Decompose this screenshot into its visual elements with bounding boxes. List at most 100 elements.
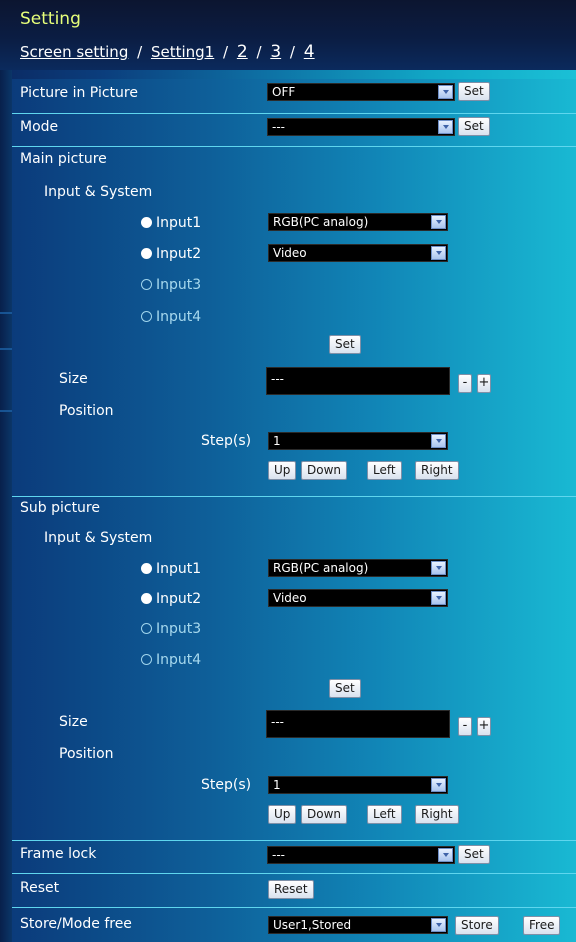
mode-select-value: --- — [272, 120, 285, 134]
main-input2-radio[interactable]: Input2 — [141, 246, 201, 262]
sub-input3-label: Input3 — [156, 621, 202, 637]
chevron-down-icon[interactable] — [438, 848, 453, 862]
chevron-down-icon[interactable] — [431, 778, 446, 792]
radio-unselected-icon — [141, 311, 152, 322]
mode-set-button[interactable]: Set — [458, 117, 490, 136]
decorative-stripe — [0, 348, 12, 350]
main-input-set-button[interactable]: Set — [329, 335, 361, 354]
sub-size-value: --- — [271, 715, 284, 729]
frame-lock-select[interactable]: --- — [267, 846, 455, 864]
main-input1-select[interactable]: RGB(PC analog) — [268, 213, 448, 231]
main-input3-radio[interactable]: Input3 — [141, 277, 201, 293]
breadcrumb-setting1[interactable]: Setting1 — [151, 43, 214, 61]
frame-lock-set-button[interactable]: Set — [458, 845, 490, 864]
reset-row: Reset Reset — [12, 874, 576, 908]
chevron-down-icon[interactable] — [431, 561, 446, 575]
main-input1-radio[interactable]: Input1 — [141, 215, 201, 231]
main-input4-radio[interactable]: Input4 — [141, 309, 201, 325]
main-size-plus-button[interactable]: + — [477, 374, 491, 393]
chevron-down-icon[interactable] — [431, 434, 446, 448]
store-select-value: User1,Stored — [273, 918, 352, 932]
sub-input2-label: Input2 — [156, 591, 202, 607]
radio-unselected-icon — [141, 279, 152, 290]
free-button[interactable]: Free — [523, 916, 561, 935]
left-edge-strip — [0, 70, 12, 942]
sub-steps-select-value: 1 — [273, 778, 281, 792]
main-steps-select-value: 1 — [273, 434, 281, 448]
reset-button[interactable]: Reset — [268, 880, 314, 899]
store-button[interactable]: Store — [455, 916, 499, 935]
mode-select[interactable]: --- — [267, 118, 455, 136]
sub-size-minus-button[interactable]: - — [458, 717, 472, 736]
breadcrumb-separator: / — [256, 43, 262, 61]
main-size-field: --- — [266, 367, 450, 395]
main-up-button[interactable]: Up — [268, 461, 297, 480]
settings-page: Setting Screen setting / Setting1 / 2 / … — [0, 0, 576, 942]
sub-size-label: Size — [59, 714, 88, 730]
radio-selected-icon — [141, 563, 152, 574]
chevron-down-icon[interactable] — [438, 120, 453, 134]
store-mode-free-label: Store/Mode free — [20, 916, 132, 932]
main-input2-select[interactable]: Video — [268, 244, 448, 262]
radio-selected-icon — [141, 217, 152, 228]
sub-input-set-button[interactable]: Set — [329, 679, 361, 698]
frame-lock-select-value: --- — [272, 848, 285, 862]
sub-right-button[interactable]: Right — [415, 805, 459, 824]
chevron-down-icon[interactable] — [431, 246, 446, 260]
breadcrumb-separator: / — [289, 43, 295, 61]
chevron-down-icon[interactable] — [438, 85, 453, 99]
sub-left-button[interactable]: Left — [367, 805, 402, 824]
pip-select[interactable]: OFF — [267, 83, 455, 101]
sub-input1-radio[interactable]: Input1 — [141, 561, 201, 577]
main-right-button[interactable]: Right — [415, 461, 459, 480]
main-size-value: --- — [271, 372, 284, 386]
main-position-label: Position — [59, 403, 114, 419]
sub-up-button[interactable]: Up — [268, 805, 297, 824]
pip-row: Picture in Picture OFF Set — [12, 79, 576, 114]
sub-input1-label: Input1 — [156, 561, 202, 577]
reset-label: Reset — [20, 880, 60, 896]
main-input-system-label: Input & System — [44, 184, 153, 200]
pip-label: Picture in Picture — [20, 85, 138, 101]
breadcrumb-screen-setting[interactable]: Screen setting — [20, 43, 128, 61]
sub-down-button[interactable]: Down — [301, 805, 348, 824]
sub-input2-radio[interactable]: Input2 — [141, 591, 201, 607]
sub-input3-radio[interactable]: Input3 — [141, 621, 201, 637]
radio-unselected-icon — [141, 654, 152, 665]
main-down-button[interactable]: Down — [301, 461, 348, 480]
sub-input1-select-value: RGB(PC analog) — [273, 561, 369, 575]
chevron-down-icon[interactable] — [431, 215, 446, 229]
breadcrumb-separator: / — [223, 43, 229, 61]
pip-set-button[interactable]: Set — [458, 82, 490, 101]
breadcrumb-page-2[interactable]: 2 — [237, 42, 248, 62]
breadcrumb-page-3[interactable]: 3 — [270, 42, 281, 62]
main-size-label: Size — [59, 371, 88, 387]
main-steps-select[interactable]: 1 — [268, 432, 448, 450]
main-left-button[interactable]: Left — [367, 461, 402, 480]
radio-selected-icon — [141, 248, 152, 259]
main-picture-title: Main picture — [20, 151, 107, 167]
main-input1-label: Input1 — [156, 215, 202, 231]
sub-input2-select[interactable]: Video — [268, 589, 448, 607]
store-select[interactable]: User1,Stored — [268, 916, 448, 934]
sub-steps-label: Step(s) — [201, 777, 252, 793]
frame-lock-label: Frame lock — [20, 846, 97, 862]
sub-input2-select-value: Video — [273, 591, 307, 605]
sub-size-field: --- — [266, 710, 450, 738]
pip-select-value: OFF — [272, 85, 296, 99]
decorative-stripe — [0, 312, 12, 314]
main-size-minus-button[interactable]: - — [458, 374, 472, 393]
sub-position-label: Position — [59, 746, 114, 762]
main-input2-select-value: Video — [273, 246, 307, 260]
main-input4-label: Input4 — [156, 309, 202, 325]
sub-input1-select[interactable]: RGB(PC analog) — [268, 559, 448, 577]
chevron-down-icon[interactable] — [431, 591, 446, 605]
sub-input4-radio[interactable]: Input4 — [141, 652, 201, 668]
sub-steps-select[interactable]: 1 — [268, 776, 448, 794]
breadcrumb-page-4[interactable]: 4 — [304, 42, 315, 62]
chevron-down-icon[interactable] — [431, 918, 446, 932]
sub-picture-title: Sub picture — [20, 500, 100, 516]
page-title: Setting — [20, 9, 81, 29]
decorative-stripe — [0, 410, 12, 412]
sub-size-plus-button[interactable]: + — [477, 717, 491, 736]
